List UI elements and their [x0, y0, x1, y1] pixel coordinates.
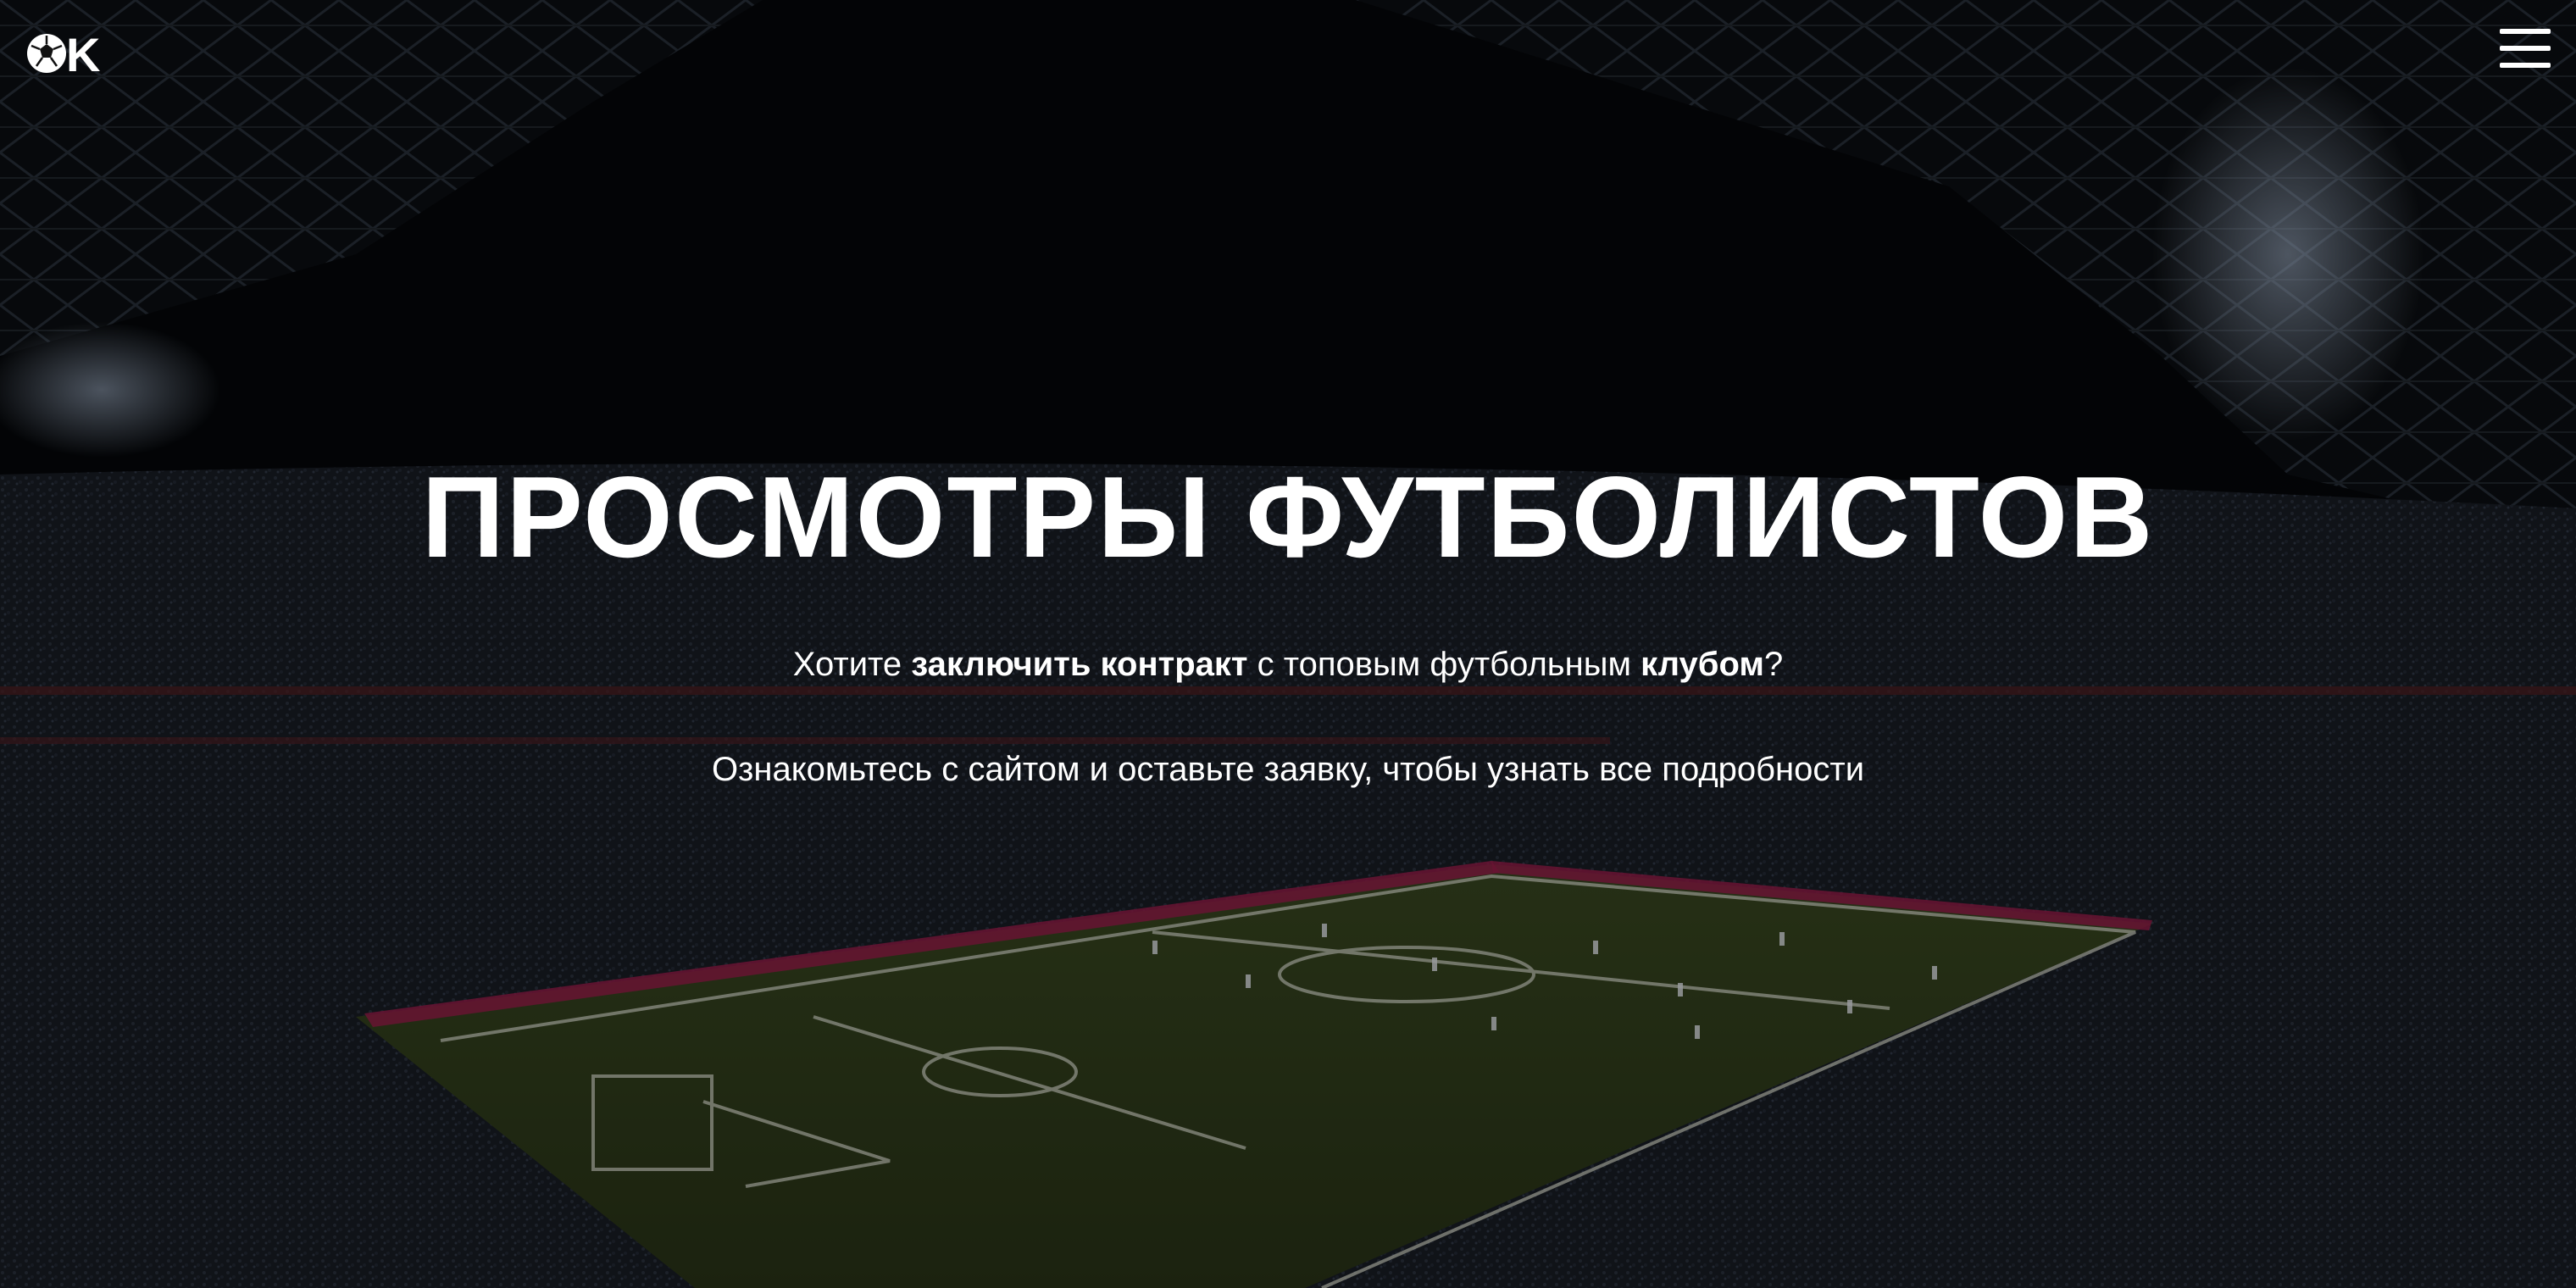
site-logo[interactable]: K: [25, 28, 101, 81]
hero-subtitle-question: Хотите заключить контракт с топовым футб…: [0, 641, 2576, 688]
subtitle-text: с топовым футбольным: [1247, 646, 1641, 683]
hamburger-menu-icon[interactable]: [2500, 29, 2551, 69]
menu-line: [2500, 46, 2551, 51]
hero-title: ПРОСМОТРЫ ФУТБОЛИСТОВ: [421, 452, 2155, 581]
logo-letter: K: [66, 28, 101, 81]
menu-line: [2500, 63, 2551, 68]
hero-subtitle-cta: Ознакомьтесь с сайтом и оставьте заявку,…: [711, 751, 1865, 788]
hero-content: ПРОСМОТРЫ ФУТБОЛИСТОВ Хотите заключить к…: [0, 441, 2576, 793]
subtitle-text: Хотите: [792, 646, 912, 683]
soccer-ball-icon: [27, 34, 66, 73]
subtitle-bold-club: клубом: [1641, 646, 1764, 683]
subtitle-bold-contract: заключить контракт: [911, 646, 1248, 683]
hero-section: K ПРОСМОТРЫ ФУТБОЛИСТОВ Хотите заключить…: [0, 0, 2576, 1288]
subtitle-text: ?: [1763, 646, 1784, 683]
menu-line: [2500, 29, 2551, 34]
